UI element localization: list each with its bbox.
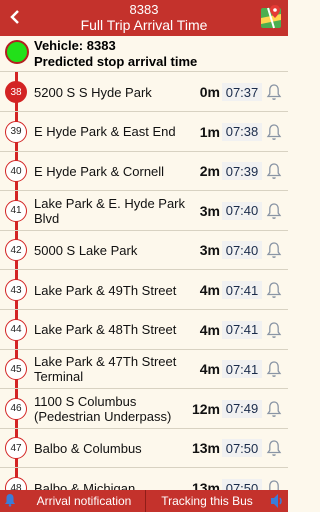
- stop-arrival-time: 07:49: [222, 399, 262, 418]
- stop-arrival-time: 07:50: [222, 439, 262, 458]
- stop-row[interactable]: 44 Lake Park & 48Th Street 4m 07:41: [0, 310, 288, 350]
- stop-eta-minutes: 4m: [199, 282, 220, 298]
- stop-row[interactable]: 40 E Hyde Park & Cornell 2m 07:39: [0, 151, 288, 192]
- bell-icon[interactable]: [266, 83, 282, 101]
- stop-eta-minutes: 13m: [191, 480, 220, 490]
- stop-sequence-badge: 41: [5, 199, 27, 222]
- stop-sequence-badge: 40: [5, 160, 27, 183]
- stop-eta-minutes: 4m: [199, 361, 220, 378]
- stop-sequence-badge: 48: [5, 477, 27, 490]
- stop-sequence-badge: 43: [5, 279, 27, 301]
- arrival-notification-button[interactable]: Arrival notification: [22, 490, 146, 512]
- vehicle-subtitle: Predicted stop arrival time: [34, 54, 198, 69]
- map-button[interactable]: [260, 4, 282, 30]
- bell-icon[interactable]: [266, 202, 282, 220]
- stop-arrival-time: 07:40: [222, 241, 262, 260]
- stop-sequence-badge: 46: [5, 397, 27, 420]
- bell-icon[interactable]: [266, 360, 282, 378]
- stop-list[interactable]: 38 5200 S S Hyde Park 0m 07:37 39 E Hyde Park…: [0, 72, 288, 490]
- stop-sequence-badge: 38: [5, 81, 27, 103]
- stop-eta-minutes: 12m: [191, 400, 220, 417]
- stop-row[interactable]: 47 Balbo & Columbus 13m 07:50: [0, 428, 288, 469]
- stop-eta-minutes: 3m: [199, 242, 220, 259]
- stop-row[interactable]: 43 Lake Park & 49Th Street 4m 07:41: [0, 270, 288, 310]
- stop-row[interactable]: 45 Lake Park & 47Th Street Terminal 4m 07:4…: [0, 349, 288, 390]
- stop-arrival-time: 07:39: [222, 162, 262, 181]
- stop-sequence-badge: 44: [5, 318, 27, 341]
- stop-eta-minutes: 3m: [199, 202, 220, 219]
- stop-row[interactable]: 46 1100 S Columbus (Pedestrian Underpass)…: [0, 389, 288, 429]
- stop-name: E Hyde Park & East End: [34, 124, 176, 140]
- header-bar: 8383 Full Trip Arrival Time: [0, 0, 288, 36]
- route-number: 8383: [129, 2, 159, 17]
- stop-row[interactable]: 42 5000 S Lake Park 3m 07:40: [0, 230, 288, 271]
- stop-eta-minutes: 1m: [199, 123, 220, 140]
- speaker-icon[interactable]: [270, 493, 284, 509]
- stop-row[interactable]: 41 Lake Park & E. Hyde Park Blvd 3m 07:40: [0, 191, 288, 231]
- stop-eta-minutes: 2m: [199, 163, 220, 180]
- vehicle-info: Vehicle: 8383 Predicted stop arrival tim…: [0, 36, 288, 72]
- tracking-bus-button[interactable]: Tracking this Bus: [146, 490, 268, 512]
- stop-arrival-time: 07:50: [222, 479, 262, 490]
- stop-arrival-time: 07:37: [222, 83, 262, 101]
- bell-icon[interactable]: [266, 321, 282, 339]
- stop-name: 1100 S Columbus (Pedestrian Underpass): [34, 393, 172, 424]
- stop-row[interactable]: 39 E Hyde Park & East End 1m 07:38: [0, 112, 288, 152]
- stop-sequence-badge: 45: [5, 358, 27, 381]
- bell-icon[interactable]: [266, 241, 282, 259]
- chevron-left-icon: [10, 10, 19, 24]
- stop-arrival-time: 07:41: [222, 360, 262, 379]
- stop-row[interactable]: 48 Balbo & Michigan 13m 07:50: [0, 468, 288, 490]
- stop-arrival-time: 07:41: [222, 320, 262, 339]
- stop-name: E Hyde Park & Cornell: [34, 163, 165, 179]
- bell-icon[interactable]: [4, 493, 16, 507]
- bell-icon[interactable]: [266, 123, 282, 141]
- stop-sequence-badge: 47: [5, 437, 27, 460]
- vehicle-label: Vehicle: 8383: [34, 38, 116, 53]
- bell-icon[interactable]: [266, 281, 282, 299]
- back-button[interactable]: [4, 4, 26, 30]
- bell-icon[interactable]: [266, 439, 282, 457]
- stop-name: Lake Park & 48Th Street: [34, 322, 177, 338]
- bell-icon[interactable]: [266, 400, 282, 418]
- stop-sequence-badge: 42: [5, 239, 27, 262]
- stop-eta-minutes: 0m: [199, 84, 220, 100]
- bell-icon[interactable]: [266, 162, 282, 180]
- stop-name: Lake Park & 47Th Street Terminal: [34, 354, 177, 385]
- stop-name: 5200 S S Hyde Park: [34, 84, 152, 100]
- stop-name: Balbo & Columbus: [34, 440, 142, 456]
- stop-eta-minutes: 4m: [199, 321, 220, 338]
- stop-sequence-badge: 39: [5, 120, 27, 143]
- bell-icon[interactable]: [266, 479, 282, 490]
- page-title: Full Trip Arrival Time: [80, 17, 208, 33]
- stop-row[interactable]: 38 5200 S S Hyde Park 0m 07:37: [0, 72, 288, 112]
- stop-name: 5000 S Lake Park: [34, 242, 138, 258]
- stop-name: Balbo & Michigan: [34, 480, 136, 491]
- vehicle-status-indicator: [5, 40, 29, 64]
- stop-eta-minutes: 13m: [191, 440, 220, 457]
- bottom-bar: Arrival notification Tracking this Bus: [0, 490, 288, 512]
- stop-arrival-time: 07:38: [222, 122, 262, 141]
- map-icon: [261, 5, 281, 29]
- stop-name: Lake Park & E. Hyde Park Blvd: [34, 195, 186, 226]
- stop-arrival-time: 07:40: [222, 201, 262, 220]
- stop-name: Lake Park & 49Th Street: [34, 282, 177, 298]
- stop-arrival-time: 07:41: [222, 281, 262, 299]
